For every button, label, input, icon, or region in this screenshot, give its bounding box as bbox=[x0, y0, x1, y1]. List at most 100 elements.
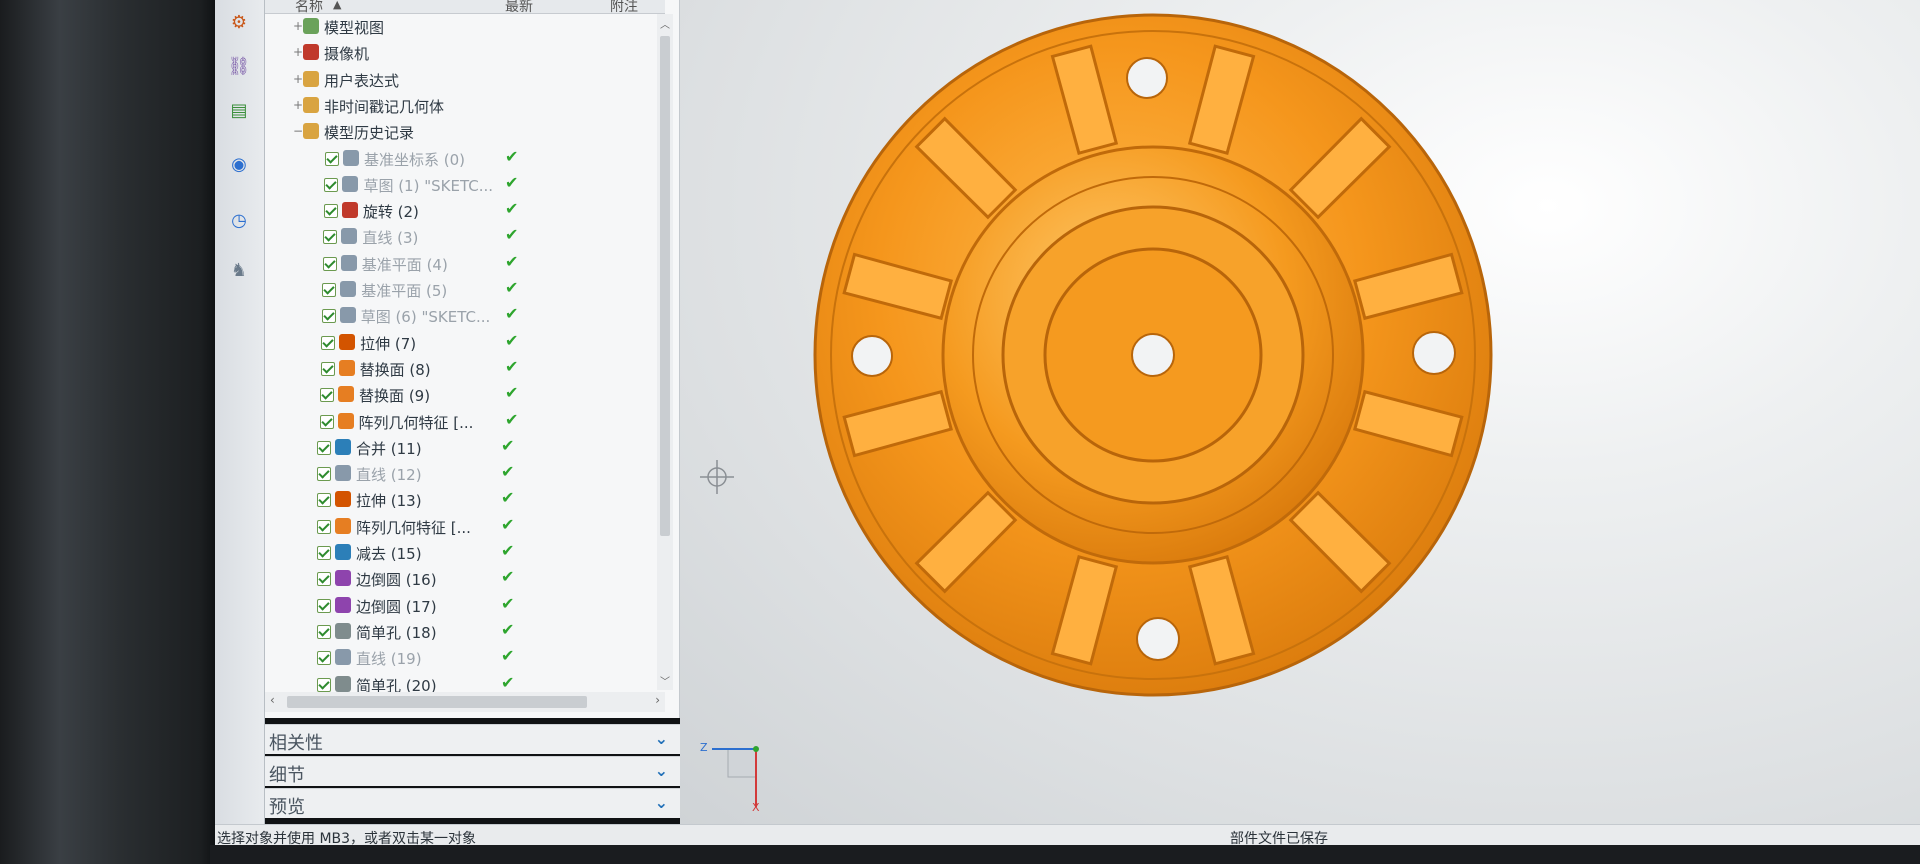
tree-row[interactable]: + 模型视图 bbox=[265, 14, 665, 40]
chevron-down-icon[interactable]: ⌄ bbox=[655, 761, 668, 780]
tree-row[interactable]: 替换面 (8) ✔ bbox=[265, 356, 665, 382]
feature-checkbox[interactable] bbox=[319, 414, 334, 429]
tree-row-label: 非时间戳记几何体 bbox=[324, 97, 445, 116]
chevron-down-icon[interactable]: ⌄ bbox=[655, 793, 668, 812]
tree-row[interactable]: 基准平面 (5) ✔ bbox=[265, 277, 665, 303]
feature-checkbox[interactable] bbox=[317, 651, 331, 666]
view-triad[interactable]: Z X bbox=[700, 735, 770, 815]
section-header[interactable]: 细节 ⌄ bbox=[265, 756, 680, 786]
expand-icon[interactable]: + bbox=[293, 72, 303, 86]
tree-row[interactable]: 减去 (15) ✔ bbox=[265, 540, 665, 566]
bolt-hole-top[interactable] bbox=[1126, 57, 1168, 99]
tree-row[interactable]: + 用户表达式 bbox=[265, 67, 665, 93]
sort-ascending-icon: ▲ bbox=[333, 0, 342, 11]
tree-row[interactable]: 直线 (12) ✔ bbox=[265, 461, 665, 487]
feature-checkbox[interactable] bbox=[317, 624, 331, 639]
expand-icon[interactable]: + bbox=[293, 19, 303, 33]
feature-checkbox[interactable] bbox=[317, 519, 331, 534]
feature-checkbox[interactable] bbox=[321, 309, 336, 324]
up-to-date-check-icon: ✔ bbox=[505, 146, 519, 166]
reuse-library-icon[interactable]: ▤ bbox=[225, 96, 253, 124]
part-navigator-icon[interactable]: ⚙ bbox=[225, 8, 253, 36]
up-to-date-check-icon: ✔ bbox=[505, 278, 519, 297]
navigator-header: 名称 ▲ 最新 附注 bbox=[265, 0, 665, 15]
bolt-hole-left[interactable] bbox=[851, 335, 893, 377]
feature-checkbox[interactable] bbox=[324, 177, 339, 192]
horizontal-scroll-thumb[interactable] bbox=[287, 696, 587, 708]
tree-row-label: 基准坐标系 (0) bbox=[364, 150, 466, 169]
feature-checkbox[interactable] bbox=[323, 230, 338, 245]
up-to-date-check-icon: ✔ bbox=[501, 541, 515, 560]
tree-row-label: 减去 (15) bbox=[356, 545, 422, 563]
tree-row[interactable]: 阵列几何特征 [... ✔ bbox=[265, 514, 665, 540]
feature-checkbox[interactable] bbox=[323, 204, 338, 219]
tree-row-label: 直线 (3) bbox=[362, 229, 419, 248]
line-icon bbox=[335, 465, 351, 482]
collapse-icon[interactable]: − bbox=[293, 124, 303, 138]
expand-icon[interactable]: + bbox=[293, 45, 303, 59]
crosshair-cursor-icon bbox=[700, 460, 734, 494]
tree-row-label: 替换面 (8) bbox=[359, 360, 431, 379]
bolt-hole-bottom[interactable] bbox=[1136, 617, 1180, 661]
feature-checkbox[interactable] bbox=[320, 388, 335, 403]
feature-checkbox[interactable] bbox=[322, 256, 337, 271]
feature-checkbox[interactable] bbox=[317, 598, 331, 613]
feature-checkbox[interactable] bbox=[322, 283, 337, 297]
tree-row[interactable]: 直线 (19) ✔ bbox=[265, 645, 665, 671]
scroll-left-icon[interactable]: ‹ bbox=[270, 693, 275, 707]
tree-row[interactable]: 旋转 (2) ✔ bbox=[265, 198, 665, 224]
datum-plane-icon bbox=[340, 281, 357, 297]
tree-row[interactable]: 基准平面 (4) ✔ bbox=[265, 251, 665, 277]
bolt-hole-right[interactable] bbox=[1412, 331, 1456, 375]
scroll-up-icon[interactable]: ︿ bbox=[660, 16, 670, 31]
tree-row[interactable]: 替换面 (9) ✔ bbox=[265, 382, 665, 408]
tree-row[interactable]: 边倒圆 (17) ✔ bbox=[265, 593, 665, 619]
vertical-scroll-thumb[interactable] bbox=[660, 36, 670, 536]
tree-row[interactable]: + 摄像机 bbox=[265, 40, 665, 66]
tree-row[interactable]: 草图 (6) "SKETC... ✔ bbox=[265, 303, 665, 329]
up-to-date-check-icon: ✔ bbox=[505, 330, 519, 350]
part-model-view[interactable] bbox=[680, 0, 1920, 824]
scroll-right-icon[interactable]: › bbox=[655, 693, 660, 707]
history-icon[interactable]: ◷ bbox=[225, 206, 253, 234]
feature-checkbox[interactable] bbox=[321, 335, 336, 350]
feature-checkbox[interactable] bbox=[320, 361, 335, 376]
feature-checkbox[interactable] bbox=[317, 572, 331, 587]
center-hole[interactable] bbox=[1131, 333, 1175, 377]
tree-row[interactable]: 阵列几何特征 [... ✔ bbox=[265, 409, 665, 435]
scroll-down-icon[interactable]: ﹀ bbox=[660, 673, 670, 688]
feature-checkbox[interactable] bbox=[317, 493, 331, 508]
section-header[interactable]: 预览 ⌄ bbox=[265, 788, 680, 818]
horizontal-scrollbar[interactable]: ‹ › bbox=[265, 692, 665, 712]
screen: ⚙ ⛓ ▤ ◉ ◷ ♞ 名称 ▲ 最新 附注 + 模型视图 + 摄像机 + 用户表达式 + 非时间戳记几… bbox=[0, 0, 1920, 864]
up-to-date-check-icon: ✔ bbox=[505, 251, 519, 271]
tree-row[interactable]: + 非时间戳记几何体 bbox=[265, 93, 665, 119]
feature-checkbox[interactable] bbox=[317, 546, 331, 560]
tree-row-label: 阵列几何特征 [... bbox=[356, 518, 471, 537]
vertical-scrollbar[interactable]: ︿ ﹀ bbox=[657, 14, 673, 690]
tree-row[interactable]: 直线 (3) ✔ bbox=[265, 224, 665, 250]
up-to-date-check-icon: ✔ bbox=[505, 383, 519, 403]
tree-row[interactable]: 合并 (11) ✔ bbox=[265, 435, 665, 461]
expand-icon[interactable]: + bbox=[293, 98, 303, 112]
tree-row[interactable]: 基准坐标系 (0) ✔ bbox=[265, 146, 665, 172]
tree-row[interactable]: 草图 (1) "SKETC... ✔ bbox=[265, 172, 665, 198]
graphics-window[interactable] bbox=[680, 0, 1920, 824]
feature-checkbox[interactable] bbox=[317, 467, 331, 482]
tree-row[interactable]: 拉伸 (7) ✔ bbox=[265, 330, 665, 356]
tree-row[interactable]: − 模型历史记录 bbox=[265, 119, 665, 145]
feature-checkbox[interactable] bbox=[317, 440, 331, 455]
feature-checkbox[interactable] bbox=[325, 151, 339, 166]
up-to-date-check-icon: ✔ bbox=[505, 409, 519, 429]
web-browser-icon[interactable]: ◉ bbox=[225, 150, 253, 178]
tree-row-label: 直线 (12) bbox=[356, 466, 422, 485]
tree-row[interactable]: 边倒圆 (16) ✔ bbox=[265, 566, 665, 592]
feature-checkbox[interactable] bbox=[317, 677, 331, 692]
triad-x-label: X bbox=[752, 801, 760, 814]
section-header[interactable]: 相关性 ⌄ bbox=[265, 724, 680, 754]
tree-row[interactable]: 拉伸 (13) ✔ bbox=[265, 487, 665, 513]
tree-row[interactable]: 简单孔 (18) ✔ bbox=[265, 619, 665, 645]
chevron-down-icon[interactable]: ⌄ bbox=[655, 729, 668, 748]
assembly-navigator-icon[interactable]: ⛓ bbox=[225, 52, 253, 80]
roles-icon[interactable]: ♞ bbox=[225, 256, 253, 284]
